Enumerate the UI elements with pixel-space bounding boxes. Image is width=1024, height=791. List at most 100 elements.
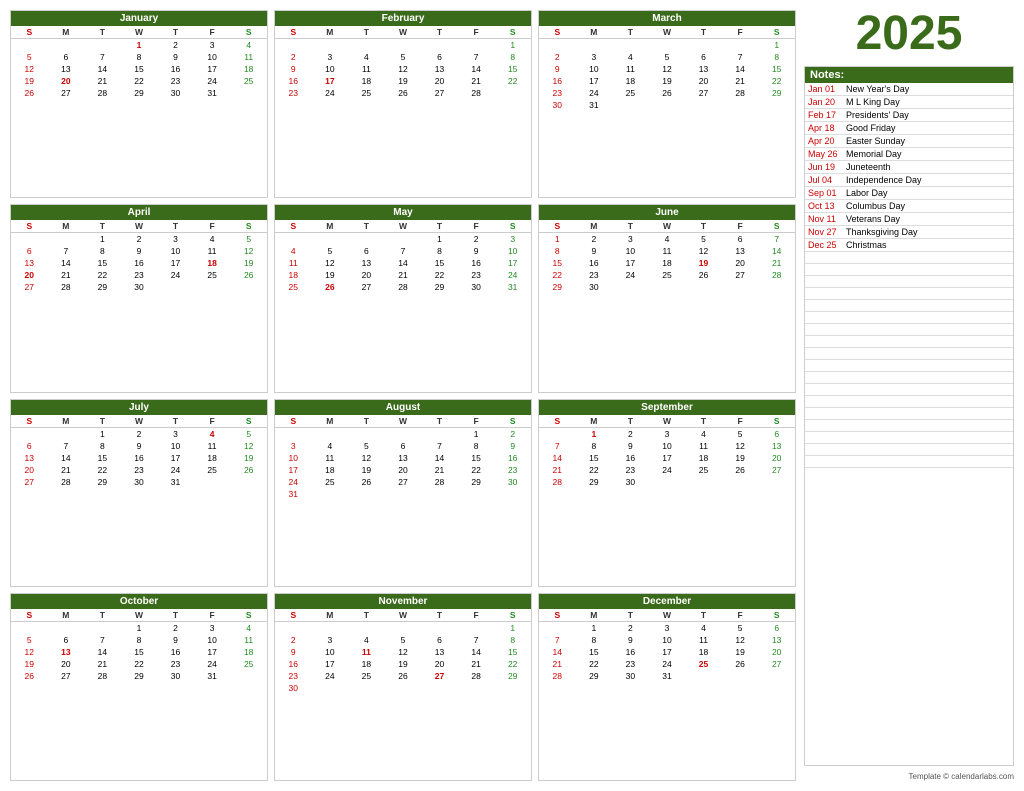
calendar-day: 5 — [722, 621, 759, 634]
holiday-name: Good Friday — [846, 123, 896, 133]
calendar-day: 18 — [685, 646, 722, 658]
day-header: W — [385, 220, 422, 233]
holiday-date: May 26 — [808, 149, 846, 159]
month-header-february: February — [275, 11, 531, 26]
day-header: S — [539, 220, 576, 233]
calendar-day: 1 — [576, 427, 613, 440]
calendar-day: 13 — [348, 257, 385, 269]
calendar-day: 17 — [194, 646, 231, 658]
day-header: W — [385, 415, 422, 428]
calendar-day: 2 — [275, 51, 312, 63]
right-panel: 2025 Notes: Jan 01New Year's DayJan 20M … — [804, 10, 1014, 781]
day-header: F — [194, 415, 231, 428]
calendar-day: 16 — [612, 452, 649, 464]
day-header: M — [576, 415, 613, 428]
calendar-day: 1 — [494, 39, 531, 52]
day-header: M — [576, 26, 613, 39]
calendar-day: 11 — [685, 440, 722, 452]
empty-note-row — [805, 456, 1013, 468]
calendar-day: 25 — [348, 87, 385, 99]
day-header: T — [84, 609, 121, 622]
calendar-day: 9 — [157, 51, 194, 63]
day-header: F — [458, 415, 495, 428]
calendar-day: 29 — [84, 281, 121, 293]
calendar-day: 19 — [385, 75, 422, 87]
calendar-day: 11 — [348, 646, 385, 658]
calendar-day: 21 — [421, 464, 458, 476]
calendar-day: 29 — [121, 87, 158, 99]
calendar-day: 10 — [649, 440, 686, 452]
calendar-day: 22 — [121, 75, 158, 87]
day-header: F — [722, 26, 759, 39]
day-header: S — [11, 220, 48, 233]
calendar-day: 31 — [649, 670, 686, 682]
calendar-day — [312, 39, 349, 52]
month-header-may: May — [275, 205, 531, 220]
calendar-day: 3 — [194, 621, 231, 634]
calendar-day: 4 — [230, 39, 267, 52]
holiday-row: Apr 20Easter Sunday — [805, 135, 1013, 148]
calendar-day: 26 — [685, 269, 722, 281]
calendar-day — [685, 39, 722, 52]
calendar-day: 16 — [458, 257, 495, 269]
calendar-day: 21 — [539, 464, 576, 476]
calendar-day: 18 — [348, 75, 385, 87]
calendar-day: 21 — [458, 75, 495, 87]
calendar-day: 1 — [494, 621, 531, 634]
calendar-day: 1 — [121, 621, 158, 634]
month-table-december: SMTWTFS123456789101112131415161718192021… — [539, 609, 795, 682]
calendar-day: 13 — [421, 646, 458, 658]
calendar-day: 28 — [48, 281, 85, 293]
calendar-day: 4 — [275, 245, 312, 257]
calendar-day — [385, 39, 422, 52]
day-header: W — [121, 609, 158, 622]
calendar-day: 25 — [230, 658, 267, 670]
calendar-day — [722, 99, 759, 111]
calendar-day: 3 — [194, 39, 231, 52]
calendar-day — [194, 281, 231, 293]
holiday-row: Jan 01New Year's Day — [805, 83, 1013, 96]
calendar-day: 5 — [11, 634, 48, 646]
calendar-day: 19 — [11, 75, 48, 87]
calendar-day — [685, 476, 722, 488]
day-header: T — [421, 26, 458, 39]
calendar-day: 24 — [157, 464, 194, 476]
calendar-day: 25 — [348, 670, 385, 682]
calendar-day: 23 — [157, 75, 194, 87]
day-header: M — [48, 609, 85, 622]
calendar-day: 17 — [612, 257, 649, 269]
calendar-day: 3 — [494, 233, 531, 246]
calendar-day: 15 — [121, 63, 158, 75]
calendar-day: 31 — [194, 670, 231, 682]
calendar-day: 6 — [11, 245, 48, 257]
calendar-day: 27 — [348, 281, 385, 293]
calendar-day: 18 — [230, 63, 267, 75]
calendar-day: 16 — [275, 75, 312, 87]
calendar-day: 7 — [758, 233, 795, 246]
calendar-day: 14 — [421, 452, 458, 464]
calendar-day — [312, 621, 349, 634]
empty-note-row — [805, 300, 1013, 312]
calendar-day: 14 — [84, 63, 121, 75]
calendar-day: 18 — [194, 452, 231, 464]
calendar-day: 6 — [758, 621, 795, 634]
calendar-day: 6 — [758, 427, 795, 440]
calendar-day: 5 — [385, 634, 422, 646]
holiday-row: Apr 18Good Friday — [805, 122, 1013, 135]
calendar-day: 22 — [84, 464, 121, 476]
day-header: T — [348, 609, 385, 622]
calendar-day — [494, 682, 531, 694]
calendar-day: 21 — [539, 658, 576, 670]
month-header-july: July — [11, 400, 267, 415]
calendar-day: 14 — [385, 257, 422, 269]
calendar-day: 27 — [685, 87, 722, 99]
calendar-day: 28 — [84, 670, 121, 682]
calendar-day — [758, 670, 795, 682]
calendar-day: 10 — [157, 440, 194, 452]
month-june: JuneSMTWTFS12345678910111213141516171819… — [538, 204, 796, 392]
day-header: T — [612, 415, 649, 428]
calendar-day: 18 — [194, 257, 231, 269]
calendar-day: 4 — [685, 427, 722, 440]
day-header: M — [48, 415, 85, 428]
calendar-day: 26 — [385, 87, 422, 99]
